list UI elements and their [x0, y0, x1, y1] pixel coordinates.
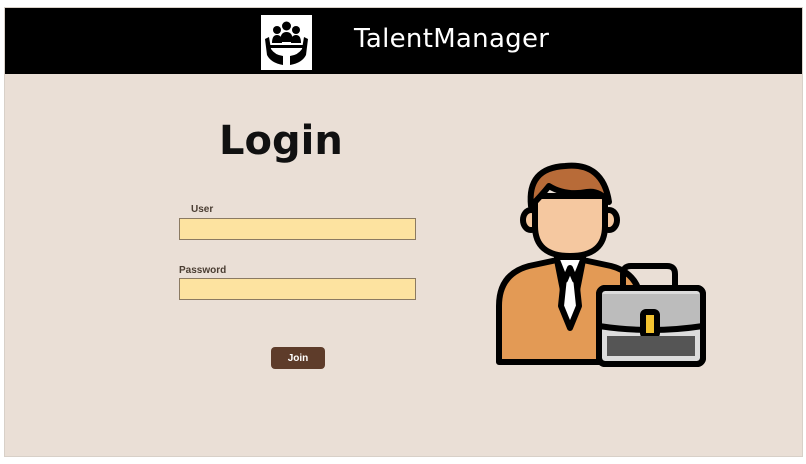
page-title: Login [219, 118, 343, 164]
user-input[interactable] [179, 218, 416, 240]
team-care-hands-icon [261, 15, 312, 70]
app-window: TalentManager Login User Password Join [4, 7, 803, 457]
user-field-label: User [191, 204, 214, 215]
businessman-with-briefcase-icon [495, 156, 711, 373]
password-input[interactable] [179, 278, 416, 300]
app-title: TalentManager [354, 24, 550, 54]
password-field-label: Password [179, 265, 227, 276]
join-button[interactable]: Join [271, 347, 325, 369]
header-bar: TalentManager [5, 8, 802, 74]
